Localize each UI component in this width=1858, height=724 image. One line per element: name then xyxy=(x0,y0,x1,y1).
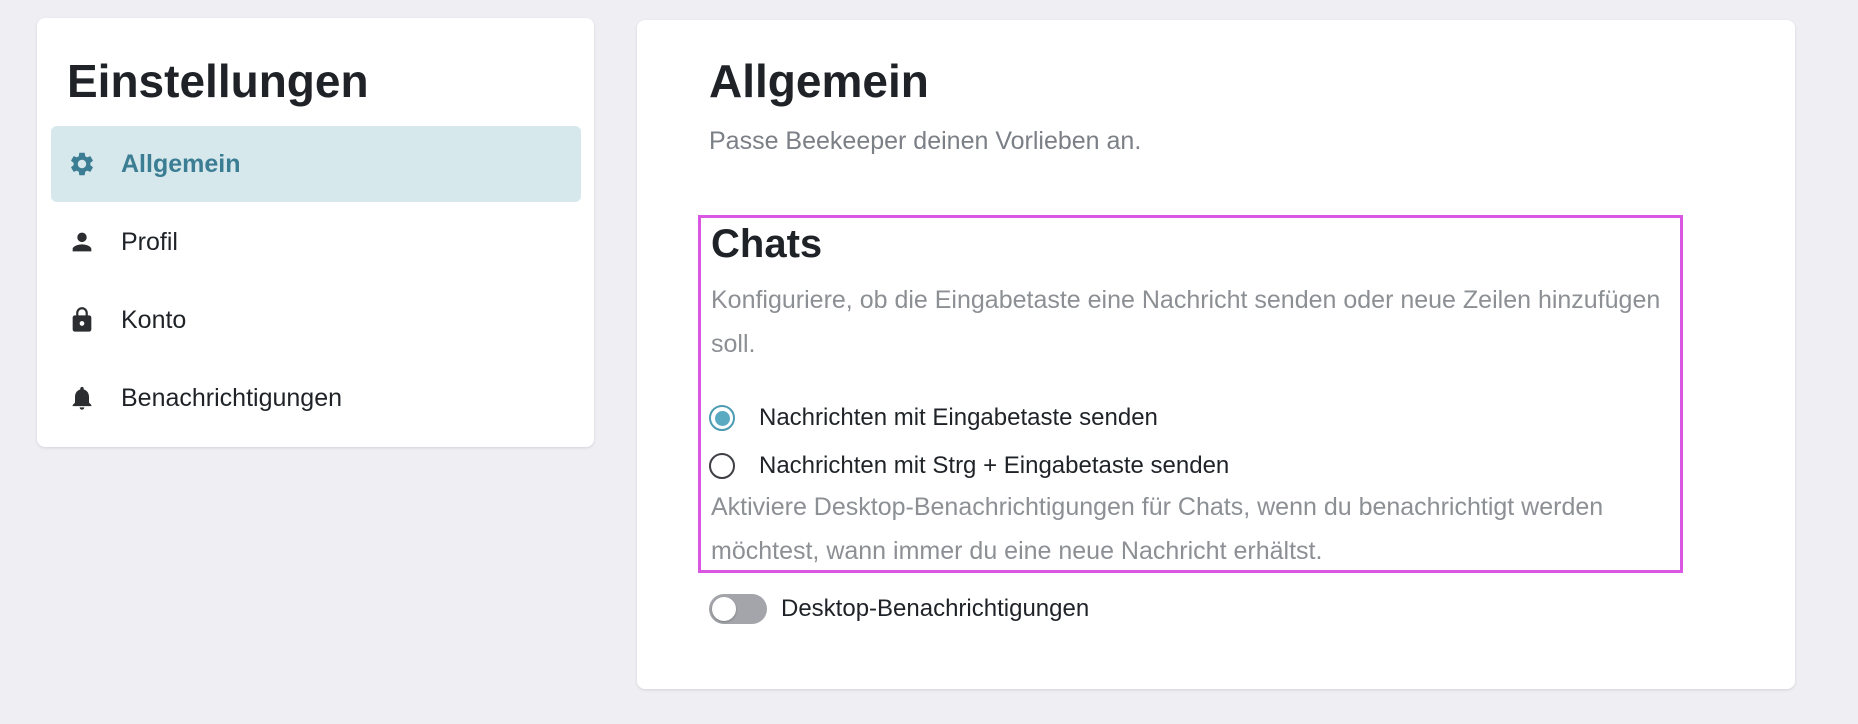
desktop-notifications-setting[interactable]: Desktop-Benachrichtigungen xyxy=(709,592,1089,626)
send-with-enter-radio[interactable] xyxy=(709,405,735,431)
sidebar-item-benachrichtigungen[interactable]: Benachrichtigungen xyxy=(51,360,581,436)
sidebar-nav: Allgemein Profil Konto Benachrichtigunge… xyxy=(51,126,581,438)
sidebar-item-allgemein[interactable]: Allgemein xyxy=(51,126,581,202)
desktop-notifications-label: Desktop-Benachrichtigungen xyxy=(781,595,1090,622)
page-title: Allgemein xyxy=(709,55,929,107)
send-with-ctrl-enter-radio[interactable] xyxy=(709,453,735,479)
sidebar-title: Einstellungen xyxy=(67,55,369,107)
settings-main-panel: Allgemein Passe Beekeeper deinen Vorlieb… xyxy=(637,20,1795,689)
enter-key-description: Konfiguriere, ob die Eingabetaste eine N… xyxy=(711,286,1661,358)
sidebar-item-profil[interactable]: Profil xyxy=(51,204,581,280)
lock-icon xyxy=(67,305,97,335)
send-with-enter-label: Nachrichten mit Eingabetaste senden xyxy=(759,404,1158,431)
page-subtitle: Passe Beekeeper deinen Vorlieben an. xyxy=(709,127,1142,155)
toggle-knob xyxy=(712,597,736,621)
desktop-notifications-toggle[interactable] xyxy=(709,594,767,624)
send-with-enter-option[interactable]: Nachrichten mit Eingabetaste senden xyxy=(709,401,1158,435)
send-with-ctrl-enter-label: Nachrichten mit Strg + Eingabetaste send… xyxy=(759,452,1230,479)
gear-icon xyxy=(67,149,97,179)
sidebar-item-konto[interactable]: Konto xyxy=(51,282,581,358)
radio-selected-dot xyxy=(714,410,730,426)
settings-sidebar: Einstellungen Allgemein Profil Konto Ben… xyxy=(37,18,594,447)
bell-icon xyxy=(67,383,97,413)
chats-section-title: Chats xyxy=(711,222,823,266)
sidebar-item-label: Benachrichtigungen xyxy=(121,383,342,412)
desktop-notification-description: Aktiviere Desktop-Benachrichtigungen für… xyxy=(711,493,1604,565)
sidebar-item-label: Allgemein xyxy=(121,149,241,178)
sidebar-item-label: Profil xyxy=(121,227,178,256)
sidebar-item-label: Konto xyxy=(121,305,187,334)
chats-section: Chats Konfiguriere, ob die Eingabetaste … xyxy=(698,215,1683,573)
person-icon xyxy=(67,227,97,257)
send-with-ctrl-enter-option[interactable]: Nachrichten mit Strg + Eingabetaste send… xyxy=(709,449,1229,483)
